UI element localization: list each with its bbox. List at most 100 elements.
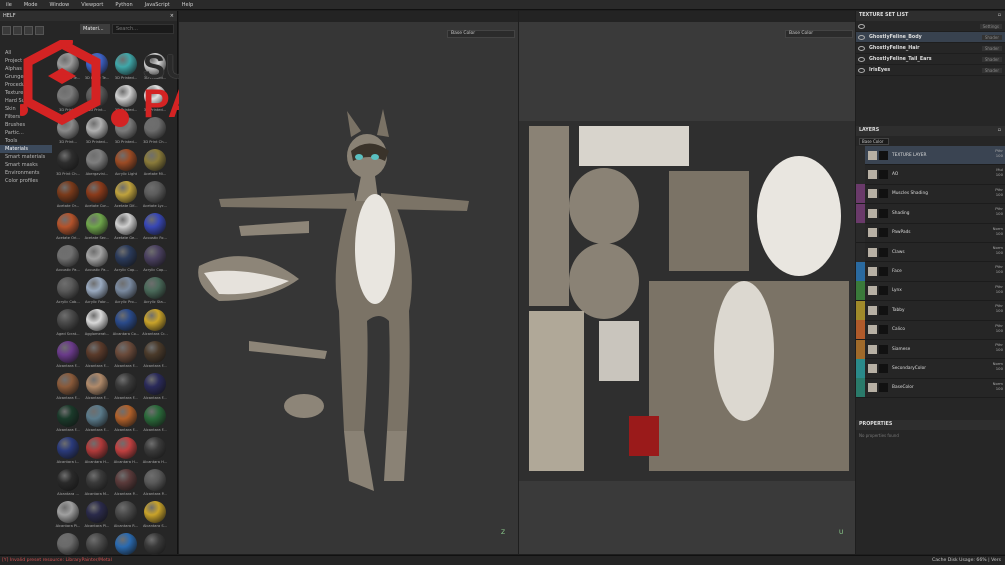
layer-blend-mode[interactable]: Norm 100 xyxy=(993,381,1003,391)
layer-blend-mode[interactable]: Pthr 100 xyxy=(995,303,1003,313)
material-thumbnail[interactable]: Acetate Ori... xyxy=(54,211,82,243)
layer-row[interactable]: PawPads Norm 100 xyxy=(856,223,1005,243)
layer-blend-mode[interactable]: Pthr 100 xyxy=(995,148,1003,158)
layer-row[interactable]: TEXTURE LAYER Pthr 100 xyxy=(856,145,1005,166)
material-thumbnail[interactable]: Alcantara H... xyxy=(83,435,111,467)
tab-materials[interactable]: Materi... xyxy=(80,24,110,34)
layer-visibility-toggle[interactable] xyxy=(856,165,865,185)
import-icon[interactable] xyxy=(24,25,33,35)
layer-row[interactable]: BaseColor Norm 100 xyxy=(856,378,1005,399)
layer-visibility-toggle[interactable] xyxy=(856,378,865,398)
material-thumbnail[interactable]: Alcantara F... xyxy=(112,371,140,403)
layer-row[interactable]: Calico Pthr 100 xyxy=(856,320,1005,340)
layer-row[interactable]: Siamese Pthr 100 xyxy=(856,339,1005,360)
eye-icon[interactable] xyxy=(858,56,865,62)
material-thumbnail[interactable]: Alcantara H... xyxy=(112,435,140,467)
material-thumbnail[interactable]: Acetate Cor... xyxy=(83,179,111,211)
material-thumbnail[interactable]: Acetate Dif... xyxy=(112,179,140,211)
menu-item[interactable]: Help xyxy=(176,2,199,8)
folder-icon[interactable] xyxy=(13,25,22,35)
material-thumbnail[interactable]: Acetate Mi... xyxy=(141,147,169,179)
viewport-2d-channel-select[interactable]: Base Color xyxy=(785,30,853,38)
category-item[interactable]: Smart materials xyxy=(0,153,52,161)
material-thumbnail[interactable]: Alcantara Pi... xyxy=(54,499,82,531)
material-thumbnail[interactable]: Acetate Ge... xyxy=(112,211,140,243)
layer-blend-mode[interactable]: Pthr 100 xyxy=(995,284,1003,294)
eye-icon[interactable] xyxy=(858,34,865,40)
category-item[interactable]: Tools xyxy=(0,137,52,145)
layer-visibility-toggle[interactable] xyxy=(856,223,865,243)
eye-icon[interactable] xyxy=(858,23,865,29)
layer-blend-mode[interactable]: Pthr 100 xyxy=(995,264,1003,274)
material-thumbnail[interactable]: Acrylic Fabr... xyxy=(83,275,111,307)
menu-item[interactable]: Viewport xyxy=(75,2,109,8)
layer-visibility-toggle[interactable] xyxy=(856,359,865,378)
material-thumbnail[interactable]: Alcantara F... xyxy=(112,403,140,435)
layer-blend-mode[interactable]: Pthr 100 xyxy=(995,187,1003,197)
material-thumbnail[interactable]: Agglomerat... xyxy=(83,307,111,339)
close-icon[interactable]: ▫ xyxy=(998,126,1001,136)
material-thumbnail[interactable]: Alcantara Co... xyxy=(112,307,140,339)
material-thumbnail[interactable]: Alcantara Pl... xyxy=(83,499,111,531)
material-thumbnail[interactable]: Alcantara F... xyxy=(83,371,111,403)
category-item[interactable]: Smart masks xyxy=(0,161,52,169)
layer-visibility-toggle[interactable] xyxy=(856,242,865,262)
material-thumbnail[interactable]: Acetate Or... xyxy=(54,179,82,211)
close-icon[interactable]: ▫ xyxy=(998,11,1001,21)
material-thumbnail[interactable]: Acoustic Fo... xyxy=(141,211,169,243)
material-thumbnail[interactable]: Acetate Sec... xyxy=(83,211,111,243)
material-thumbnail[interactable]: Acrylic Cap... xyxy=(141,243,169,275)
material-thumbnail[interactable]: Alcantara F... xyxy=(54,403,82,435)
layer-visibility-toggle[interactable] xyxy=(856,320,865,340)
settings-icon[interactable] xyxy=(35,25,44,35)
layer-row[interactable]: Claws Norm 100 xyxy=(856,242,1005,263)
material-thumbnail[interactable]: 3D Print Ch... xyxy=(54,147,82,179)
material-thumbnail[interactable]: Alcantara R... xyxy=(112,499,140,531)
texture-set-item[interactable]: GhostlyFeline_Body Shader xyxy=(856,32,1005,43)
material-thumbnail[interactable]: Acrylic Cob... xyxy=(54,275,82,307)
close-icon[interactable]: × xyxy=(170,13,174,19)
shader-button[interactable]: Shader xyxy=(981,56,1002,62)
layer-blend-mode[interactable]: Norm 100 xyxy=(993,226,1003,236)
layer-visibility-toggle[interactable] xyxy=(856,145,865,165)
material-thumbnail[interactable]: Acrylic Sta... xyxy=(141,275,169,307)
layer-row[interactable]: Muscles Shading Pthr 100 xyxy=(856,184,1005,205)
material-thumbnail[interactable]: Acrylic Cap... xyxy=(112,243,140,275)
layer-blend-mode[interactable]: Norm 100 xyxy=(993,361,1003,371)
material-thumbnail[interactable]: Alcantara I... xyxy=(54,435,82,467)
material-thumbnail[interactable]: Acrylic Pro... xyxy=(112,275,140,307)
category-item[interactable]: Color profiles xyxy=(0,177,52,185)
layer-row[interactable]: AO Mul 100 xyxy=(856,165,1005,185)
new-shelf-icon[interactable] xyxy=(2,25,11,35)
layer-visibility-toggle[interactable] xyxy=(856,203,865,223)
material-thumbnail[interactable]: Alcantara ... xyxy=(54,467,82,499)
layer-row[interactable]: Face Pthr 100 xyxy=(856,262,1005,282)
layer-blend-mode[interactable]: Mul 100 xyxy=(996,167,1003,177)
layer-row[interactable]: SecondaryColor Norm 100 xyxy=(856,359,1005,379)
shelf-search-input[interactable]: Search... xyxy=(112,24,174,34)
menu-item[interactable]: Mode xyxy=(18,2,44,8)
material-thumbnail[interactable]: Acoustic Pa... xyxy=(54,243,82,275)
texture-set-item[interactable]: IrisEyes Shader xyxy=(856,65,1005,76)
layers-channel-select[interactable]: Base Color xyxy=(859,137,889,145)
material-thumbnail[interactable]: Alcantara Cr... xyxy=(141,307,169,339)
material-thumbnail[interactable]: Alcantara F... xyxy=(54,339,82,371)
material-thumbnail[interactable]: Alcantara P... xyxy=(141,467,169,499)
material-thumbnail[interactable]: Aged Scrat... xyxy=(54,307,82,339)
layer-row[interactable]: Shading Pthr 100 xyxy=(856,203,1005,224)
eye-icon[interactable] xyxy=(858,45,865,51)
viewport-2d[interactable]: Base Color U xyxy=(519,11,855,554)
material-thumbnail[interactable]: Abergavini... xyxy=(83,147,111,179)
material-thumbnail[interactable]: Acrylic Light xyxy=(112,147,140,179)
material-thumbnail[interactable]: Alcantara F... xyxy=(141,403,169,435)
layer-visibility-toggle[interactable] xyxy=(856,184,865,204)
layer-blend-mode[interactable]: Pthr 100 xyxy=(995,323,1003,333)
layer-visibility-toggle[interactable] xyxy=(856,281,865,301)
material-thumbnail[interactable]: Acetate Lyc... xyxy=(141,179,169,211)
material-thumbnail[interactable]: Alcantara F... xyxy=(83,403,111,435)
layer-visibility-toggle[interactable] xyxy=(856,300,865,320)
material-thumbnail[interactable]: Alcantara H... xyxy=(141,435,169,467)
material-thumbnail[interactable]: Alcantara F... xyxy=(141,339,169,371)
layer-blend-mode[interactable]: Pthr 100 xyxy=(995,342,1003,352)
layer-row[interactable]: Tabby Pthr 100 xyxy=(856,300,1005,321)
